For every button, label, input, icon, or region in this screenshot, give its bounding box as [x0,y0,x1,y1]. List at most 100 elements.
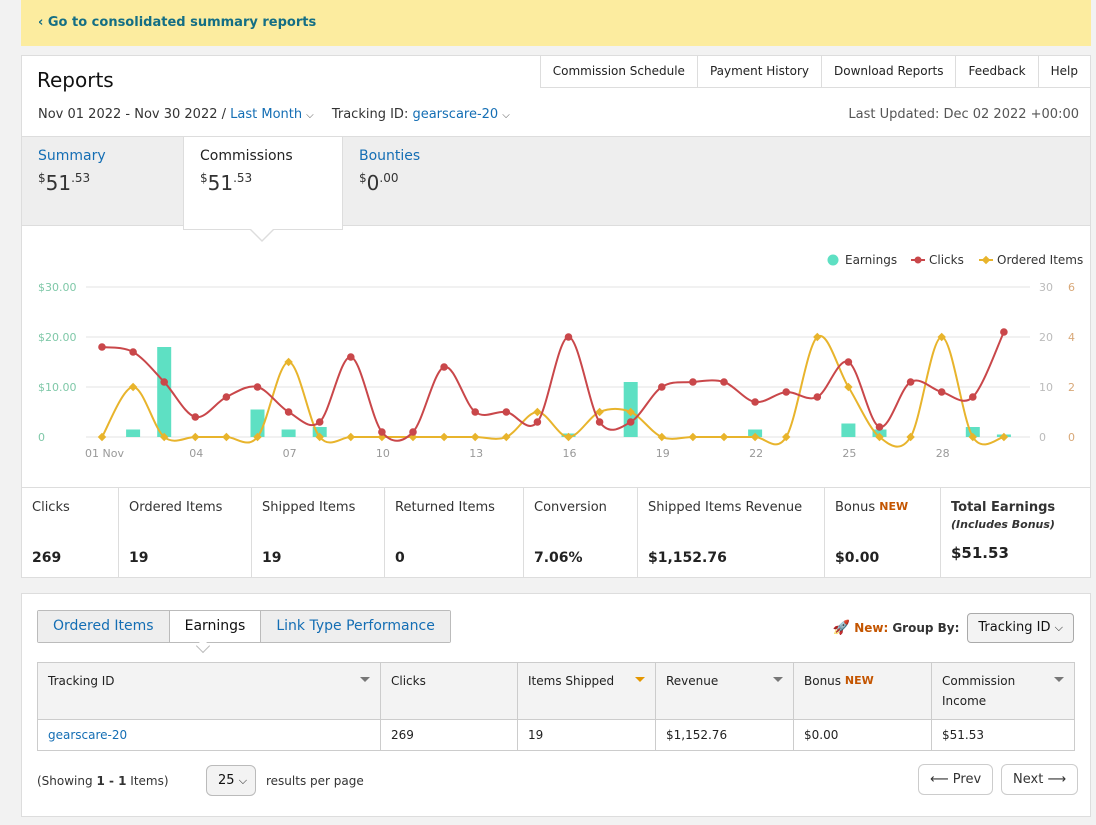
clicks-point [906,378,915,386]
filters: Nov 01 2022 - Nov 30 2022 / Last Month ⌵ … [38,107,510,122]
legend-ordered-label: Ordered Items [997,253,1083,267]
cell-commission: $51.53 [931,719,1075,751]
stat-shipped-items: Shipped Items 19 [252,488,385,578]
clicks-point [969,393,977,401]
y-tick-label-right: 0 [1039,431,1046,444]
tab-summary[interactable]: Summary $51.53 [22,137,184,230]
nav-help[interactable]: Help [1039,56,1090,87]
clicks-point [129,348,137,356]
col-bonus[interactable]: Bonus NEW [793,662,932,720]
arrow-left-icon: ⟵ [930,772,949,787]
reports-card: Reports Commission Schedule Payment Hist… [21,55,1091,578]
new-badge: NEW [844,674,874,687]
legend-ordered-marker [981,255,991,265]
next-button[interactable]: Next ⟶ [1001,764,1079,795]
ordered-items-point [439,432,449,442]
tab-earnings[interactable]: Earnings [169,611,262,642]
sort-caret-icon [635,677,645,682]
nav-commission-schedule[interactable]: Commission Schedule [541,56,698,87]
nav-feedback[interactable]: Feedback [956,56,1039,87]
ordered-items-point [844,382,853,392]
ordered-items-point [97,432,107,442]
date-range: Nov 01 2022 - Nov 30 2022 / [38,107,226,122]
clicks-point [253,383,262,391]
col-commission-income[interactable]: Commission Income [931,662,1075,720]
y-tick-label-right2: 0 [1068,431,1075,444]
clicks-point [813,393,822,401]
chevron-down-icon[interactable]: ⌵ [306,110,314,121]
period-dropdown[interactable]: Last Month [230,107,302,122]
y-tick-label-right: 30 [1039,281,1053,294]
consolidated-reports-link[interactable]: ‹ Go to consolidated summary reports [38,15,316,30]
new-badge: NEW [879,500,909,513]
x-tick-label: 13 [469,447,483,460]
group-by: 🚀 New: Group By: Tracking ID ⌵ [833,613,1074,643]
x-tick-label: 22 [749,447,763,460]
stat-total-earnings: Total Earnings (Includes Bonus) $51.53 [951,500,1056,562]
legend-clicks-label: Clicks [929,253,964,267]
x-tick-label: 16 [563,447,577,460]
col-tracking-id[interactable]: Tracking ID [37,662,381,720]
cell-clicks: 269 [380,719,518,751]
clicks-point [378,428,386,436]
x-tick-label: 28 [936,447,950,460]
ordered-items-point [719,432,729,442]
prev-button[interactable]: ⟵ Prev [918,764,994,795]
clicks-point [160,378,168,386]
clicks-point [347,353,355,361]
ordered-items-point [999,432,1009,442]
per-page-select[interactable]: 25 ⌵ [206,765,257,796]
clicks-point [595,418,604,426]
clicks-point [875,423,884,431]
stat-returned-items: Returned Items 0 [385,488,524,578]
tab-amount: $51.53 [200,171,253,195]
tab-amount: $0.00 [359,171,399,195]
col-revenue[interactable]: Revenue [655,662,794,720]
y-tick-label-right2: 4 [1068,331,1075,344]
tracking-id-dropdown[interactable]: gearscare-20 [412,107,498,122]
y-tick-label-left: $30.00 [38,281,77,294]
tab-label: Bounties [359,148,421,164]
stat-conversion: Conversion 7.06% [524,488,638,578]
clicks-point [751,398,759,406]
sort-caret-icon [360,677,370,682]
tab-bounties[interactable]: Bounties $0.00 [343,137,483,230]
clicks-point [689,378,697,386]
legend-earnings-marker [827,254,839,266]
clicks-point [626,418,635,426]
clicks-point [191,413,200,421]
nav-payment-history[interactable]: Payment History [698,56,822,87]
clicks-point [782,388,790,396]
summary-banner: ‹ Go to consolidated summary reports [21,0,1091,46]
ordered-items-point [222,432,231,442]
results-card: Ordered Items Earnings Link Type Perform… [21,593,1091,817]
group-by-select[interactable]: Tracking ID ⌵ [967,613,1074,643]
stat-clicks: Clicks 269 [22,488,119,578]
chevron-down-icon: ⌵ [238,774,248,787]
col-clicks[interactable]: Clicks [380,662,518,720]
x-tick-label: 07 [283,447,297,460]
nav-download-reports[interactable]: Download Reports [822,56,957,87]
y-tick-label-left: $10.00 [38,381,77,394]
y-tick-label-right: 10 [1039,381,1053,394]
earnings-bar [841,423,856,437]
chevron-down-icon[interactable]: ⌵ [502,110,510,121]
col-items-shipped[interactable]: Items Shipped [517,662,656,720]
tab-commissions[interactable]: Commissions $51.53 [183,137,343,230]
table-row: gearscare-20 269 19 $1,152.76 $0.00 $51.… [37,719,1075,751]
ordered-items-point [128,382,138,392]
x-tick-label: 01 Nov [85,447,124,460]
summary-tabs: Summary $51.53 Commissions $51.53 Bounti… [22,136,1090,230]
tab-amount: $51.53 [38,171,91,195]
earnings-chart: $30.00 30 6$20.00 20 4$10.00 10 20 0 001 Nov 04 07… [38,253,1083,460]
earnings-bar [157,347,172,437]
tab-ordered-items[interactable]: Ordered Items [38,611,170,642]
stat-bonus: Bonus NEW $0.00 [825,488,941,578]
arrow-right-icon: ⟶ [1047,772,1067,787]
stat-shipped-revenue: Shipped Items Revenue $1,152.76 [638,488,825,578]
clicks-point [98,343,106,351]
tab-link-type-performance[interactable]: Link Type Performance [261,611,450,642]
clicks-point [471,408,480,416]
x-tick-label: 19 [656,447,670,460]
clicks-point [440,363,448,371]
